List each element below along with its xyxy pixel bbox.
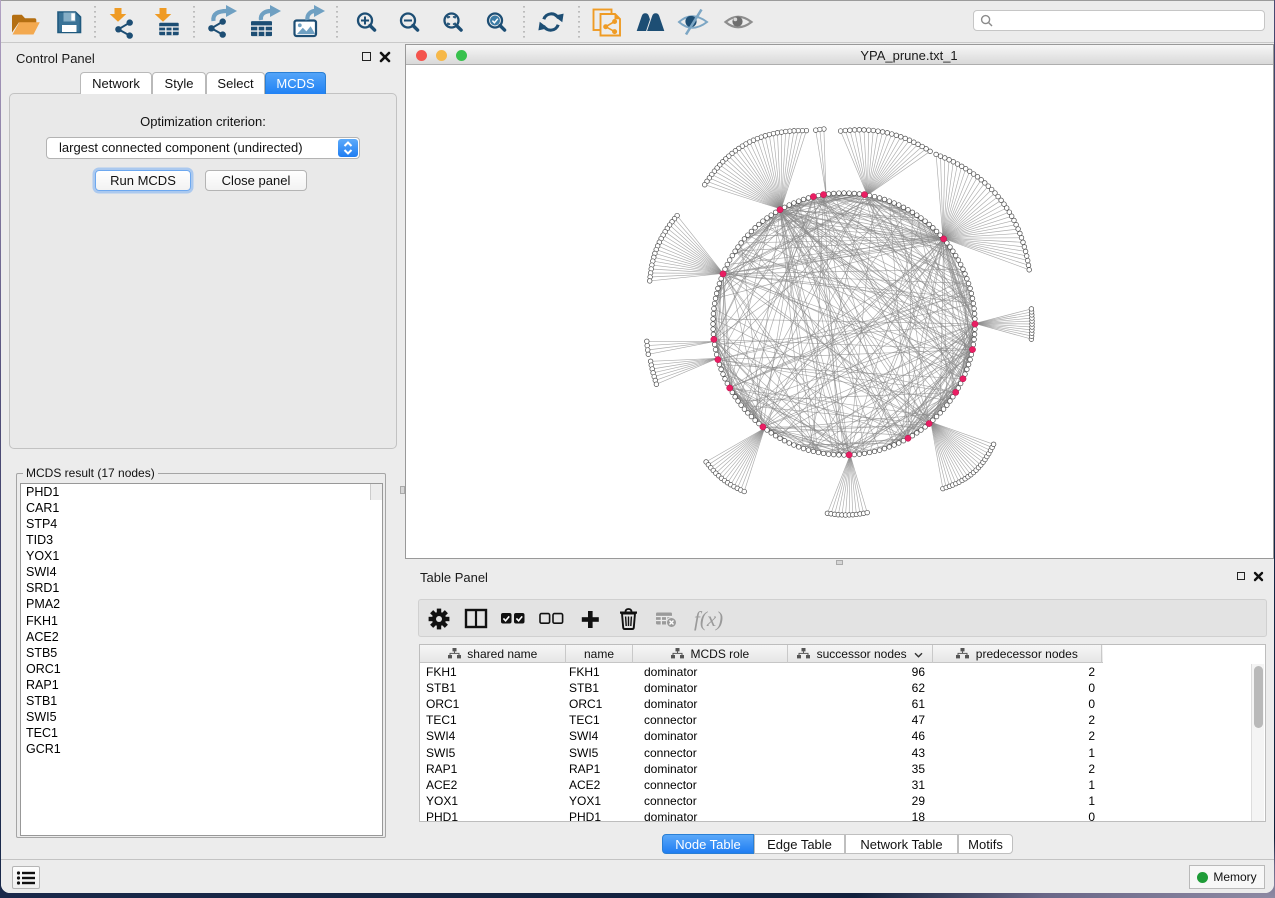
svg-text:f(x): f(x) xyxy=(694,607,723,631)
